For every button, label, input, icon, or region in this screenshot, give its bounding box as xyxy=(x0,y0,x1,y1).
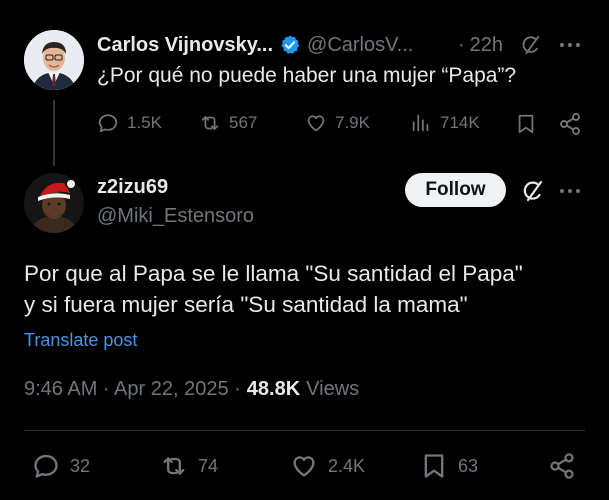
parent-share-icon[interactable] xyxy=(558,112,582,136)
parent-reply-count: 1.5K xyxy=(127,113,162,132)
reply-button[interactable]: 32 xyxy=(32,452,90,480)
parent-like-button[interactable]: 7.9K xyxy=(305,112,370,134)
parent-reply-button[interactable]: 1.5K xyxy=(97,112,162,134)
grok-icon[interactable] xyxy=(520,34,542,56)
reply-handle[interactable]: @Miki_Estensoro xyxy=(97,205,254,228)
post-timestamp[interactable]: 9:46 AM · Apr 22, 2025 · xyxy=(24,378,241,401)
bookmark-button[interactable]: 63 xyxy=(420,452,478,480)
views-count: 48.8K xyxy=(246,378,301,400)
grok-icon[interactable] xyxy=(521,179,545,203)
parent-handle[interactable]: @CarlosV... xyxy=(307,34,413,57)
divider xyxy=(24,430,585,431)
share-icon[interactable] xyxy=(548,452,576,480)
translate-post-link[interactable]: Translate post xyxy=(24,330,137,351)
reply-display-name[interactable]: z2izu69 xyxy=(97,176,168,199)
more-icon[interactable] xyxy=(558,34,582,56)
parent-views-count: 714K xyxy=(440,113,480,132)
parent-like-count: 7.9K xyxy=(335,113,370,132)
verified-badge-icon xyxy=(279,34,301,56)
repost-count: 74 xyxy=(198,455,219,476)
repost-button[interactable]: 74 xyxy=(160,452,218,480)
reply-text-line-1: Por que al Papa se le llama "Su santidad… xyxy=(24,261,523,286)
reply-avatar[interactable] xyxy=(24,173,84,233)
reply-count: 32 xyxy=(70,455,91,476)
parent-avatar[interactable] xyxy=(24,30,84,90)
parent-display-name[interactable]: Carlos Vijnovsky... xyxy=(97,34,273,57)
bookmark-count: 63 xyxy=(458,455,479,476)
parent-time-ago[interactable]: 22h xyxy=(470,34,503,57)
parent-repost-button[interactable]: 567 xyxy=(199,112,257,134)
like-button[interactable]: 2.4K xyxy=(290,452,365,480)
parent-post-text: ¿Por qué no puede haber una mujer “Papa”… xyxy=(97,64,517,87)
like-count: 2.4K xyxy=(328,455,366,476)
more-icon[interactable] xyxy=(558,180,582,202)
reply-text-line-2: y si fuera mujer sería "Su santidad la m… xyxy=(24,292,468,317)
time-separator: · xyxy=(458,33,465,56)
views-label: Views xyxy=(306,378,360,400)
thread-connector-line xyxy=(53,100,55,166)
follow-button[interactable]: Follow xyxy=(405,173,506,207)
parent-repost-count: 567 xyxy=(229,113,258,132)
reply-post-text: Por que al Papa se le llama "Su santidad… xyxy=(24,258,523,320)
parent-bookmark-icon[interactable] xyxy=(515,112,537,136)
parent-views-button[interactable]: 714K xyxy=(410,112,480,134)
